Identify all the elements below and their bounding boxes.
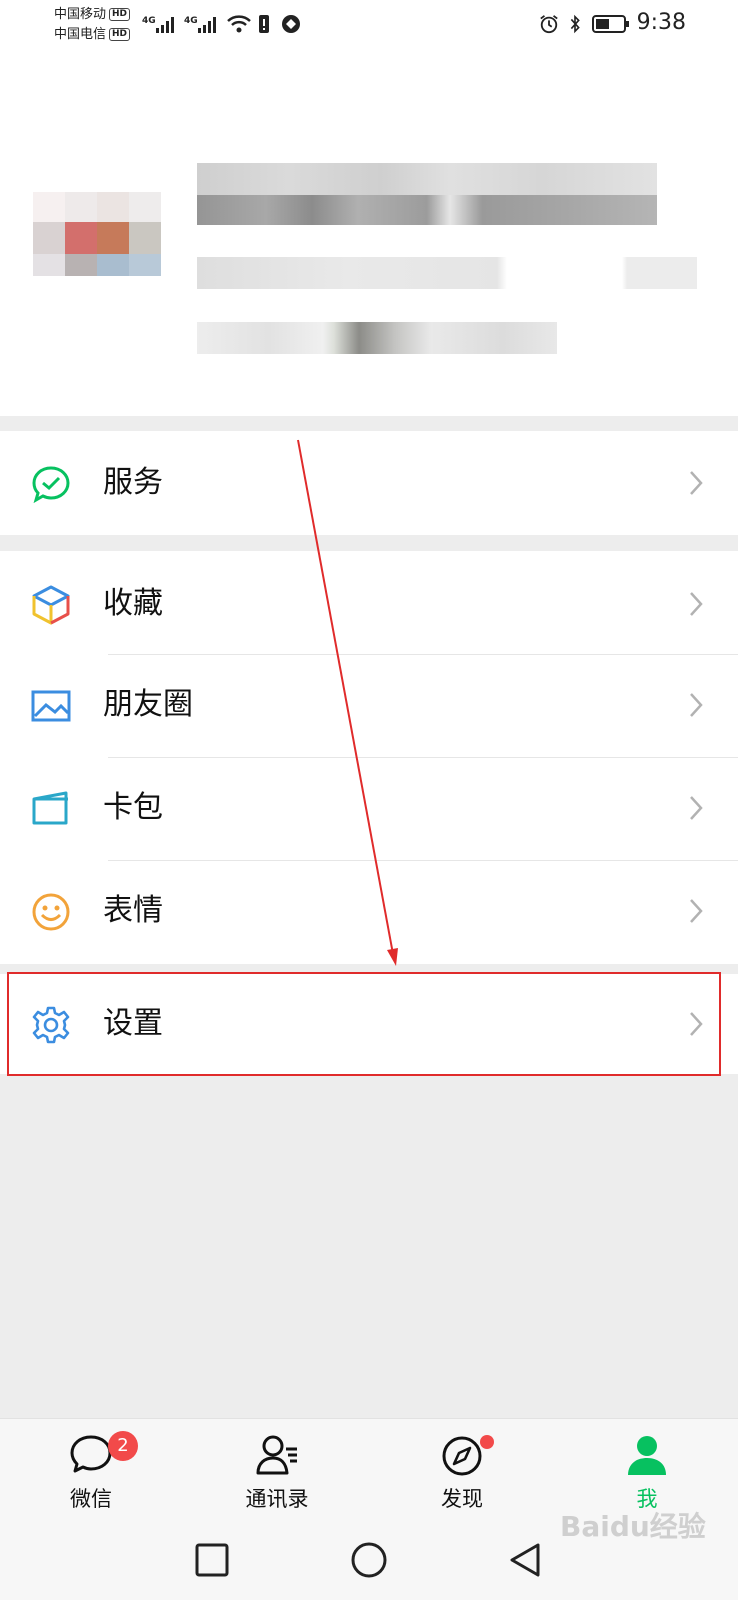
battery-icon (592, 15, 629, 33)
clock: 9:38 (636, 10, 686, 35)
baidu-watermark: Baidu经验 (560, 1510, 706, 1543)
tab-discover[interactable]: 发现 (407, 1433, 517, 1513)
wechat-id-blurred (197, 257, 697, 289)
avatar[interactable] (33, 192, 163, 276)
tab-me[interactable]: 我 (592, 1433, 702, 1513)
signal-2-icon: 4G (184, 16, 216, 33)
chevron-right-icon (690, 592, 703, 616)
svg-text:4G: 4G (184, 16, 198, 26)
menu-item-label: 卡包 (103, 790, 163, 825)
vpn-icon (282, 15, 300, 33)
unread-badge: 2 (108, 1431, 138, 1461)
tab-label: 发现 (441, 1487, 483, 1511)
new-content-dot (480, 1435, 494, 1449)
sticker-icon (32, 893, 70, 931)
menu-item-label: 表情 (103, 893, 163, 928)
alarm-icon (540, 15, 558, 34)
menu-item-moments[interactable]: 朋友圈 (0, 655, 738, 755)
tab-label: 微信 (70, 1487, 112, 1511)
chevron-right-icon (690, 899, 703, 923)
menu-item-label: 服务 (103, 465, 163, 500)
hd-badge: HD (109, 28, 131, 41)
person-icon (628, 1436, 666, 1475)
tab-label: 通讯录 (245, 1487, 309, 1511)
compass-icon (442, 1436, 482, 1476)
back-triangle-icon[interactable] (506, 1540, 546, 1580)
chevron-right-icon (690, 471, 703, 495)
profile-name-blurred (197, 163, 657, 225)
chevron-right-icon (690, 693, 703, 717)
hd-badge: HD (109, 8, 131, 21)
tab-contacts[interactable]: 通讯录 (222, 1433, 332, 1513)
bottom-tab-bar: 2 微信 通讯录 发现 我 (0, 1418, 738, 1519)
tab-chats[interactable]: 2 微信 (36, 1431, 146, 1513)
carrier-2-name: 中国电信 (54, 27, 107, 42)
svg-text:4G: 4G (142, 16, 156, 26)
carrier-1-name: 中国移动 (54, 7, 107, 22)
signal-1-icon: 4G (142, 16, 174, 33)
recents-square-icon[interactable] (192, 1540, 232, 1580)
contacts-icon (256, 1435, 297, 1475)
services-section: 服务 (0, 431, 738, 535)
home-circle-icon[interactable] (349, 1540, 389, 1580)
menu-item-label: 收藏 (103, 586, 163, 621)
menu-item-label: 朋友圈 (103, 687, 193, 722)
chevron-right-icon (690, 796, 703, 820)
bluetooth-icon (570, 14, 580, 34)
wifi-icon (227, 15, 251, 33)
annotation-highlight-box (7, 972, 721, 1076)
status-blurred (197, 322, 557, 354)
main-menu-section: 收藏 朋友圈 卡包 表情 (0, 551, 738, 964)
moments-icon (31, 690, 71, 722)
menu-item-favorites[interactable]: 收藏 (0, 554, 738, 654)
menu-item-services[interactable]: 服务 (0, 433, 738, 533)
profile-header[interactable] (0, 50, 738, 416)
chat-bubble-icon (70, 1435, 112, 1473)
services-icon (32, 466, 70, 504)
sim-alert-icon (259, 15, 269, 33)
status-bar: 中国移动 HD 中国电信 HD 4G 4G 9:38 (0, 0, 738, 50)
menu-item-cards[interactable]: 卡包 (0, 758, 738, 858)
favorites-icon (32, 585, 70, 625)
menu-item-stickers[interactable]: 表情 (0, 861, 738, 961)
carrier-info: 中国移动 HD 中国电信 HD (54, 5, 131, 45)
wallet-icon (32, 791, 68, 825)
